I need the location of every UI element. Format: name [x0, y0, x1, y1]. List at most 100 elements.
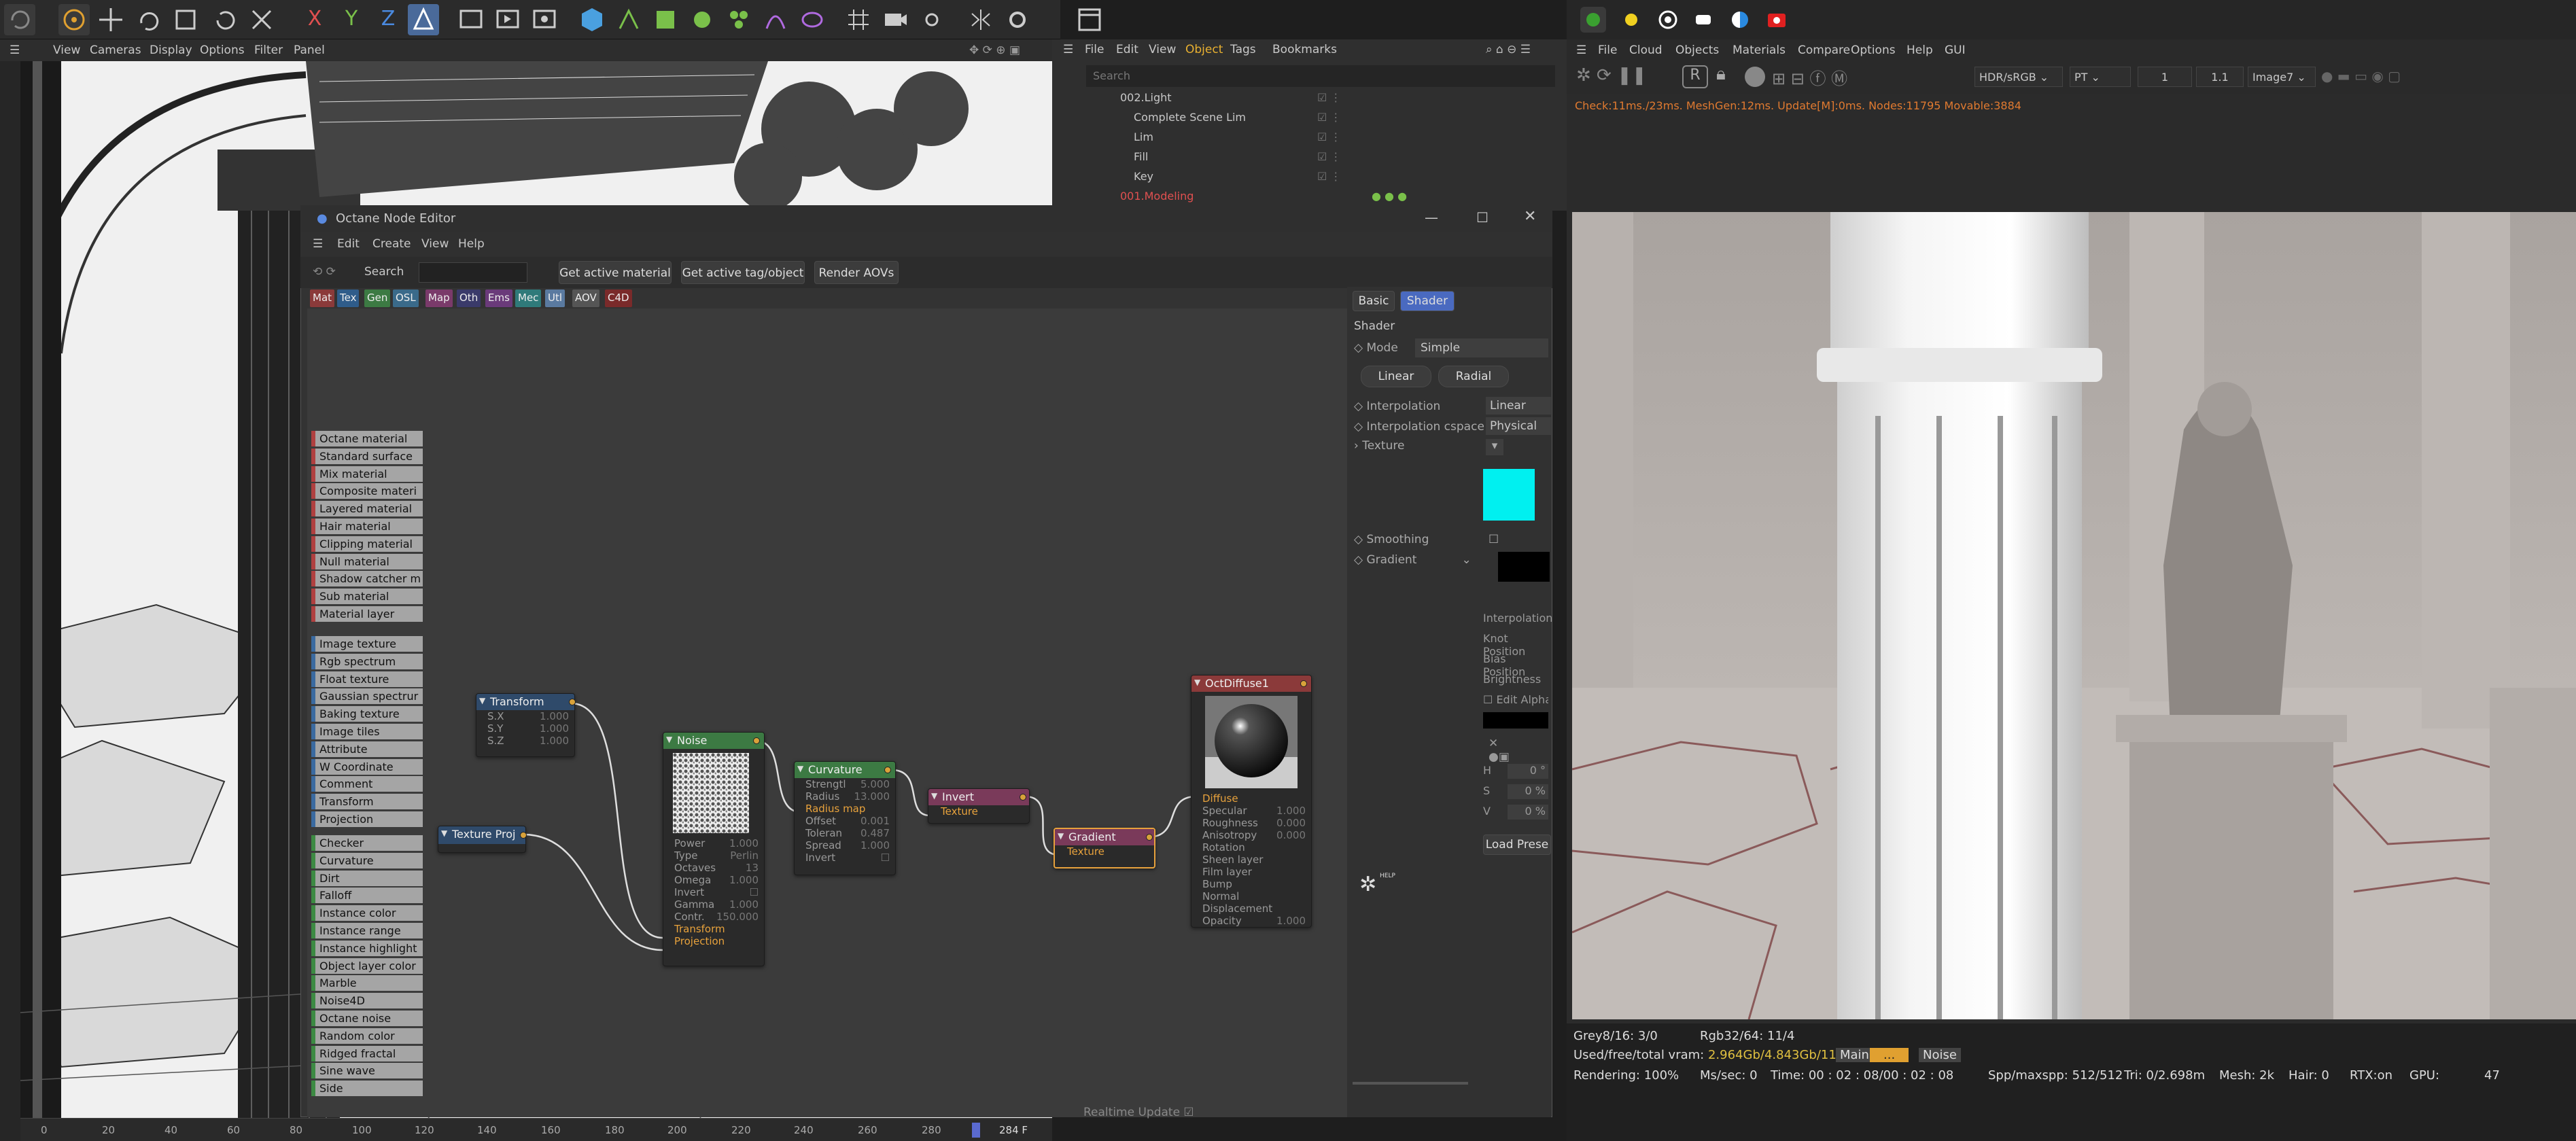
node-param: Octaves 13 — [674, 862, 759, 874]
color-swatch[interactable] — [1483, 469, 1535, 521]
rv-menu-file[interactable]: File — [1598, 43, 1617, 57]
rv-menu-materials[interactable]: Materials — [1733, 43, 1786, 57]
rv-menu-compare[interactable]: Compare — [1798, 43, 1850, 57]
tab-basic[interactable]: Basic — [1353, 291, 1395, 311]
value-field-1[interactable]: 1 — [2138, 67, 2192, 87]
texture-projection-node[interactable]: Texture Proj — [438, 826, 527, 853]
node-param: S.Z 1.000 — [487, 735, 569, 747]
tab-main[interactable]: Main — [1836, 1048, 1873, 1062]
octdiffuse-node[interactable]: OctDiffuse1 Diffuse Specular1.000 Roughn… — [1191, 675, 1312, 928]
tab-noise[interactable]: Noise — [1919, 1048, 1961, 1062]
load-preset-button[interactable]: Load Prese — [1483, 835, 1551, 855]
node-param: Invert ☐ — [674, 886, 759, 898]
node-param: Omega 1.000 — [674, 874, 759, 886]
interpolation-label: ◇ Interpolation — [1354, 400, 1441, 413]
material-icon[interactable] — [1727, 7, 1753, 33]
rtx-status: RTX:on — [2350, 1068, 2393, 1083]
node-title: Noise — [663, 733, 764, 749]
radial-button[interactable]: Radial — [1438, 366, 1509, 387]
area-light-icon[interactable] — [1690, 7, 1716, 33]
rv-menu-gui[interactable]: GUI — [1945, 43, 1966, 57]
node-param: Radius map — [805, 803, 866, 815]
rv-menu-cloud[interactable]: Cloud — [1629, 43, 1663, 57]
rendered-scene — [1572, 212, 2576, 1019]
realtime-update-label[interactable]: Realtime Update ☑ — [1083, 1106, 1194, 1119]
colorspace-select[interactable]: HDR/sRGB ⌄ — [1974, 67, 2063, 87]
camera-record-icon[interactable] — [1764, 7, 1790, 33]
output-pin[interactable] — [569, 699, 576, 705]
noise-node[interactable]: Noise Power1.000 TypePerlin Octaves13 Om… — [663, 732, 765, 966]
mode-select[interactable]: Simple — [1415, 338, 1548, 357]
curvature-node[interactable]: Curvature Strengtl5.000 Radius13.000 Rad… — [794, 761, 896, 875]
interpolation-side-label: Interpolation — [1483, 612, 1553, 625]
ms-per-sec: Ms/sec: 0 — [1700, 1068, 1758, 1083]
edit-alpha-label[interactable]: ☐ Edit Alpha — [1483, 693, 1548, 706]
node-title: Invert — [928, 789, 1029, 805]
node-param: Sheen layer — [1202, 854, 1264, 866]
snapshot-icons[interactable]: ● ▬ ▭ ◉ ▢ — [2321, 68, 2401, 84]
hsv-h: H0 ° — [1483, 764, 1548, 779]
gpu-temp: 47 — [2484, 1068, 2500, 1083]
image-select[interactable]: Image7 ⌄ — [2248, 67, 2316, 87]
output-pin[interactable] — [520, 832, 527, 839]
interpolation-select[interactable]: Linear — [1486, 397, 1551, 415]
diffuse-input[interactable]: Diffuse — [1191, 792, 1311, 805]
render-check-line: Check:11ms./23ms. MeshGen:12ms. Update[M… — [1575, 99, 2021, 112]
view-icons[interactable]: ⊞ ⊟ ⓕ Ⓜ — [1772, 65, 1847, 89]
node-title: Transform — [476, 694, 574, 710]
octane-status-icon[interactable] — [1580, 7, 1606, 33]
render-time: Time: 00 : 02 : 08/00 : 02 : 08 — [1771, 1068, 1954, 1083]
node-param: Roughness 0.000 — [1202, 817, 1306, 829]
output-pin[interactable] — [753, 737, 760, 744]
node-param: S.Y 1.000 — [487, 722, 569, 735]
alpha-bar[interactable] — [1483, 712, 1548, 729]
output-pin[interactable] — [1300, 680, 1307, 687]
gradient-preview[interactable] — [1498, 552, 1550, 582]
sun-icon[interactable] — [1618, 7, 1644, 33]
sphere-icon[interactable] — [1745, 67, 1765, 87]
lock-icon[interactable]: 🔒︎ — [1716, 64, 1726, 85]
rv-menu-options[interactable]: Options — [1851, 43, 1896, 57]
texture-dropdown-icon[interactable]: ▾ — [1486, 439, 1503, 455]
texture-input[interactable]: Texture — [1055, 845, 1154, 858]
gradient-node[interactable]: Gradient Texture — [1054, 828, 1155, 868]
node-param: Invert ☐ — [805, 852, 890, 864]
output-pin[interactable] — [1020, 794, 1026, 801]
node-param: Film layer — [1202, 866, 1252, 878]
invert-node[interactable]: Invert Texture — [928, 788, 1030, 824]
kernel-mode-select[interactable]: PT ⌄ — [2070, 67, 2131, 87]
cspace-select[interactable]: Physical — [1486, 417, 1551, 435]
smoothing-checkbox[interactable]: ☐ — [1489, 533, 1499, 546]
transform-input[interactable]: Transform — [663, 923, 764, 935]
target-icon[interactable] — [1655, 7, 1681, 33]
node-param: Anisotropy 0.000 — [1202, 829, 1306, 841]
rgb-count: Rgb32/64: 11/4 — [1700, 1029, 1795, 1043]
projection-input[interactable]: Projection — [663, 935, 764, 947]
render-image[interactable] — [1572, 212, 2576, 1019]
node-title: Texture Proj — [438, 826, 525, 844]
panel-scrollbar[interactable] — [1353, 1082, 1468, 1085]
tab-active[interactable]: ... — [1870, 1048, 1909, 1062]
region-render-icon[interactable]: R — [1682, 65, 1708, 88]
rv-menu-help[interactable]: Help — [1907, 43, 1933, 57]
vram-info: Used/free/total vram: 2.964Gb/4.843Gb/11… — [1573, 1048, 1856, 1062]
cspace-label: ◇ Interpolation cspace — [1354, 420, 1484, 434]
texture-input[interactable]: Texture — [928, 805, 1029, 818]
menu-hamburger-icon[interactable]: ☰ — [1576, 43, 1586, 57]
rendering-progress: Rendering: 100% — [1573, 1068, 1679, 1083]
rv-menu-objects[interactable]: Objects — [1675, 43, 1719, 57]
help-icon[interactable]: ✲ HELP — [1359, 873, 1395, 907]
eyedropper-icon[interactable]: ✕ ●▣ — [1489, 737, 1510, 764]
value-field-2[interactable]: 1.1 — [2196, 67, 2244, 87]
gpu-label: GPU: — [2409, 1068, 2440, 1083]
render-controls-icons[interactable]: ✲ ⟳ ❚❚ — [1576, 65, 1647, 86]
linear-button[interactable]: Linear — [1361, 366, 1431, 387]
output-pin[interactable] — [884, 767, 891, 773]
node-param: Type Perlin — [674, 849, 759, 862]
output-pin[interactable] — [1146, 834, 1153, 841]
node-param: Power 1.000 — [674, 837, 759, 849]
hair-count: Hair: 0 — [2288, 1068, 2329, 1083]
transform-node[interactable]: Transform S.X1.000 S.Y1.000 S.Z1.000 — [476, 693, 576, 757]
tab-shader[interactable]: Shader — [1400, 291, 1455, 311]
node-param: Specular 1.000 — [1202, 805, 1306, 817]
